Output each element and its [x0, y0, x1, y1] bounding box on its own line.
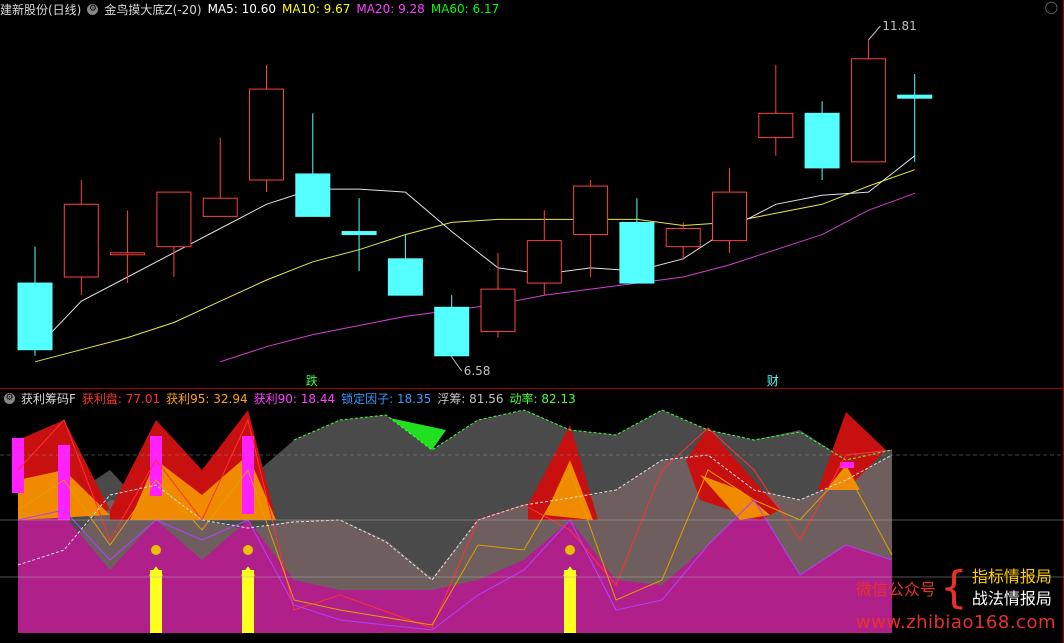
candle-body — [573, 185, 609, 236]
close-icon[interactable]: ◯ — [1045, 0, 1058, 14]
kline-chart[interactable]: 11.81 6.58 跌 财 — [0, 0, 1064, 643]
candle-body — [434, 306, 470, 357]
candle-body — [156, 191, 192, 248]
settings-icon[interactable]: ⚙ — [87, 3, 99, 15]
high-pointer — [868, 25, 881, 41]
yellow-signal-bar — [150, 570, 162, 633]
cai-marker: 财 — [767, 374, 779, 388]
low-pointer — [451, 356, 463, 372]
ma-values: MA5: 10.60 MA10: 9.67 MA20: 9.28 MA60: 6.17 — [208, 2, 506, 16]
candle-body — [804, 112, 840, 169]
ma20-line — [220, 192, 915, 363]
candle-body — [295, 173, 331, 217]
money-bag-icon — [565, 545, 575, 555]
yellow-signal-bar — [242, 570, 254, 633]
candle-body — [897, 94, 933, 99]
sub-indicator-header: ⚙ 获利筹码F 获利盘: 77.01 获利95: 32.94 获利90: 18.44… — [0, 389, 588, 407]
low-label: 6.58 — [464, 364, 491, 378]
ma5-line — [34, 155, 916, 351]
candle-body — [387, 258, 423, 296]
ma-value-3: MA60: 6.17 — [430, 2, 500, 16]
candle-body — [17, 282, 53, 351]
candle-body — [202, 197, 238, 217]
brace-icon: { — [939, 562, 968, 613]
sub-value-1: 获利95: 32.94 — [166, 391, 248, 406]
candle-body — [480, 288, 516, 333]
candle-body — [619, 221, 655, 284]
money-bag-icon — [151, 545, 161, 555]
sub-value-3: 锁定因子: 18.35 — [341, 391, 432, 406]
candle-body — [850, 58, 886, 163]
candle-body — [526, 240, 562, 284]
sub-value-4: 浮筹: 81.56 — [437, 391, 504, 406]
ma-value-1: MA10: 9.67 — [281, 2, 351, 16]
sub-values: 获利盘: 77.01 获利95: 32.94 获利90: 18.44 锁定因子: 18… — [82, 390, 582, 407]
candle-body — [63, 203, 99, 278]
die-marker: 跌 — [306, 373, 318, 388]
watermark-line2: 战法情报局 — [971, 589, 1052, 608]
watermark: 微信公众号 { 指标情报局 战法情报局 www.zhibiao168.com — [855, 562, 1056, 634]
ma-value-2: MA20: 9.28 — [356, 2, 425, 16]
high-label: 11.81 — [882, 19, 916, 33]
candle-body — [758, 112, 794, 139]
sub-indicator-name[interactable]: 获利筹码F — [21, 390, 76, 407]
sub-value-5: 动率: 82.13 — [509, 391, 576, 406]
sub-value-2: 获利90: 18.44 — [253, 391, 336, 406]
candle-body — [110, 252, 146, 256]
candle-body — [341, 231, 377, 236]
watermark-label: 微信公众号 — [855, 580, 936, 599]
candle-body — [665, 228, 701, 248]
money-bag-icon — [243, 545, 253, 555]
settings-icon[interactable]: ⚙ — [4, 392, 15, 404]
main-indicator-header: 建新股份(日线) ⚙ 金鸟摸大底Z(-20) MA5: 10.60 MA10: 9… — [0, 0, 511, 18]
watermark-line1: 指标情报局 — [971, 567, 1052, 586]
candle-body — [712, 191, 747, 242]
ma-value-0: MA5: 10.60 — [207, 2, 276, 16]
watermark-url: www.zhibiao168.com — [855, 612, 1056, 633]
stock-title[interactable]: 建新股份(日线) — [0, 1, 81, 18]
sub-value-0: 获利盘: 77.01 — [81, 391, 161, 406]
indicator-name[interactable]: 金鸟摸大底Z(-20) — [104, 1, 201, 18]
candle-body — [249, 88, 284, 181]
yellow-signal-bar — [564, 570, 576, 633]
